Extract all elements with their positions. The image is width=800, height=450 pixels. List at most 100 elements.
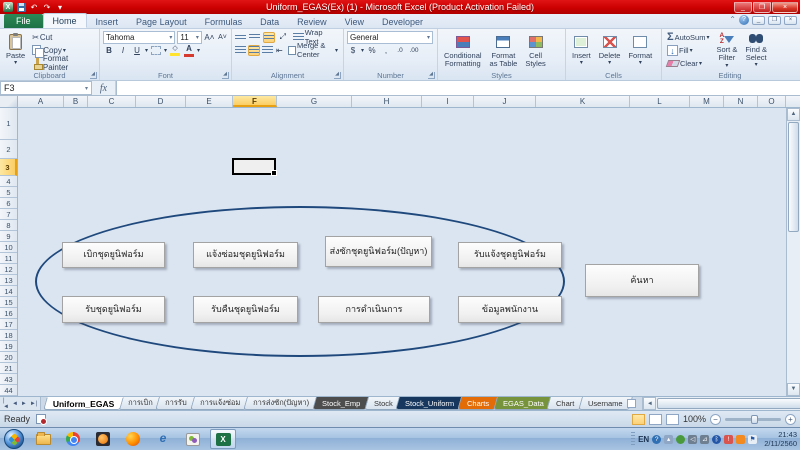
column-header-e[interactable]: E (186, 96, 233, 107)
last-sheet-icon[interactable]: ►| (29, 401, 39, 407)
row-header-7[interactable]: 7 (0, 209, 17, 220)
horizontal-scrollbar[interactable]: ◄ ► (642, 397, 800, 410)
number-format-combo[interactable]: General▾ (347, 31, 433, 44)
menu-button-row2-4[interactable]: ข้อมูลพนักงาน (458, 296, 562, 323)
language-indicator[interactable]: EN (638, 435, 649, 444)
ribbon-tab-formulas[interactable]: Formulas (196, 15, 252, 28)
tray-update-icon[interactable] (736, 435, 745, 444)
decrease-decimal-icon[interactable]: .00 (408, 45, 420, 56)
underline-button[interactable]: U (131, 45, 143, 56)
row-header-6[interactable]: 6 (0, 198, 17, 209)
redo-icon[interactable]: ↷ (42, 2, 52, 12)
ribbon-tab-insert[interactable]: Insert (87, 15, 128, 28)
zoom-slider[interactable] (725, 418, 781, 421)
autosum-button[interactable]: ΣAutoSum▾ (665, 31, 711, 43)
increase-decimal-icon[interactable]: .0 (394, 45, 406, 56)
qat-dropdown-icon[interactable]: ▾ (55, 2, 65, 12)
page-break-view-icon[interactable] (666, 414, 679, 425)
sheet-tab-username[interactable]: Username (578, 397, 632, 410)
ribbon-tab-home[interactable]: Home (43, 13, 87, 28)
excel-app-icon[interactable]: X (3, 2, 13, 12)
ribbon-tab-review[interactable]: Review (288, 15, 336, 28)
row-header-18[interactable]: 18 (0, 330, 17, 341)
alignment-dialog-launcher[interactable]: ◢ (334, 72, 341, 79)
cut-button[interactable]: ✂Cut (30, 31, 96, 43)
help-icon[interactable]: ? (739, 15, 749, 25)
menu-button-row1-1[interactable]: เบิกชุดยูนิฟอร์ม (62, 242, 165, 268)
sheet-tab-stock-uniform[interactable]: Stock_Uniform (395, 397, 464, 410)
grow-font-icon[interactable]: A˄ (204, 32, 215, 43)
scroll-up-icon[interactable]: ▲ (787, 108, 800, 121)
accounting-format-icon[interactable]: $ (347, 45, 359, 56)
insert-function-icon[interactable]: fx (92, 81, 116, 95)
menu-button-row2-3[interactable]: การดำเนินการ (318, 296, 430, 323)
row-header-2[interactable]: 2 (0, 140, 17, 159)
first-sheet-icon[interactable]: |◄ (2, 398, 10, 410)
row-header-20[interactable]: 20 (0, 352, 17, 363)
row-header-9[interactable]: 9 (0, 231, 17, 242)
row-header-16[interactable]: 16 (0, 308, 17, 319)
zoom-slider-thumb[interactable] (751, 415, 758, 424)
orientation-icon[interactable]: ⤢ (277, 32, 289, 43)
column-header-h[interactable]: H (352, 96, 422, 107)
search-button[interactable]: ค้นหา (585, 264, 699, 297)
row-header-44[interactable]: 44 (0, 385, 17, 396)
decrease-indent-icon[interactable]: ⇤ (275, 45, 284, 56)
workbook-restore-button[interactable]: ❐ (768, 16, 781, 25)
next-sheet-icon[interactable]: ► (20, 401, 28, 407)
row-header-10[interactable]: 10 (0, 242, 17, 253)
tray-help-icon[interactable]: ? (652, 435, 661, 444)
vertical-scrollbar[interactable]: ▲ ▼ (786, 108, 800, 396)
italic-button[interactable]: I (117, 45, 129, 56)
menu-button-row2-1[interactable]: รับชุดยูนิฟอร์ม (62, 296, 165, 323)
column-header-g[interactable]: G (277, 96, 352, 107)
menu-button-row2-2[interactable]: รับคืนชุดยูนิฟอร์ม (193, 296, 298, 323)
workbook-close-button[interactable]: × (784, 16, 797, 25)
tray-alert-icon[interactable]: ! (724, 435, 733, 444)
row-header-14[interactable]: 14 (0, 286, 17, 297)
bold-button[interactable]: B (103, 45, 115, 56)
macro-record-icon[interactable] (36, 414, 46, 424)
ribbon-tab-file[interactable]: File (4, 14, 43, 28)
row-header-21[interactable]: 21 (0, 363, 17, 374)
tray-action-center-flag-icon[interactable]: ⚑ (748, 435, 757, 444)
format-as-table-button[interactable]: Formatas Table (487, 31, 521, 70)
row-header-5[interactable]: 5 (0, 187, 17, 198)
column-header-n[interactable]: N (724, 96, 758, 107)
taskbar-app-firefox[interactable] (120, 429, 146, 449)
number-dialog-launcher[interactable]: ◢ (428, 72, 435, 79)
scroll-down-icon[interactable]: ▼ (787, 383, 800, 396)
font-name-combo[interactable]: Tahoma▾ (103, 31, 175, 44)
row-header-13[interactable]: 13 (0, 275, 17, 286)
minimize-button[interactable]: _ (734, 2, 752, 13)
menu-button-row1-2[interactable]: แจ้งซ่อมชุดยูนิฟอร์ม (193, 242, 298, 268)
sheet-tab-uniform-egas[interactable]: Uniform_EGAS (43, 397, 124, 410)
insert-cells-button[interactable]: Insert▾ (569, 31, 594, 70)
column-header-m[interactable]: M (690, 96, 724, 107)
ribbon-tab-developer[interactable]: Developer (373, 15, 432, 28)
menu-button-row1-3[interactable]: ส่งซักชุดยูนิฟอร์ม(ปัญหา) (325, 236, 432, 267)
find-select-button[interactable]: Find &Select▾ (742, 31, 770, 70)
align-bottom-icon[interactable] (263, 32, 275, 43)
tray-volume-icon[interactable]: ◁ (688, 435, 697, 444)
align-top-icon[interactable] (235, 32, 247, 43)
format-painter-button[interactable]: Format Painter (30, 57, 96, 69)
active-cell-selection[interactable] (232, 158, 276, 175)
fill-button[interactable]: ↓Fill▾ (665, 44, 711, 56)
taskbar-app-chrome[interactable] (60, 429, 86, 449)
close-button[interactable]: × (772, 2, 798, 13)
column-header-a[interactable]: A (18, 96, 64, 107)
align-right-icon[interactable] (262, 45, 273, 56)
row-header-19[interactable]: 19 (0, 341, 17, 352)
tray-bluetooth-icon[interactable]: ᛒ (712, 435, 721, 444)
shrink-font-icon[interactable]: A˅ (217, 32, 228, 43)
name-box[interactable]: F3▾ (0, 81, 92, 95)
column-header-d[interactable]: D (136, 96, 186, 107)
delete-cells-button[interactable]: Delete▾ (596, 31, 624, 70)
prev-sheet-icon[interactable]: ◄ (11, 401, 19, 407)
zoom-in-icon[interactable]: + (785, 414, 796, 425)
sheet-tab-การแจ้งซ่อม[interactable]: การแจ้งซ่อม (190, 397, 250, 410)
scroll-left-icon[interactable]: ◄ (643, 397, 656, 410)
start-button[interactable] (4, 429, 24, 449)
format-cells-button[interactable]: Format▾ (625, 31, 655, 70)
